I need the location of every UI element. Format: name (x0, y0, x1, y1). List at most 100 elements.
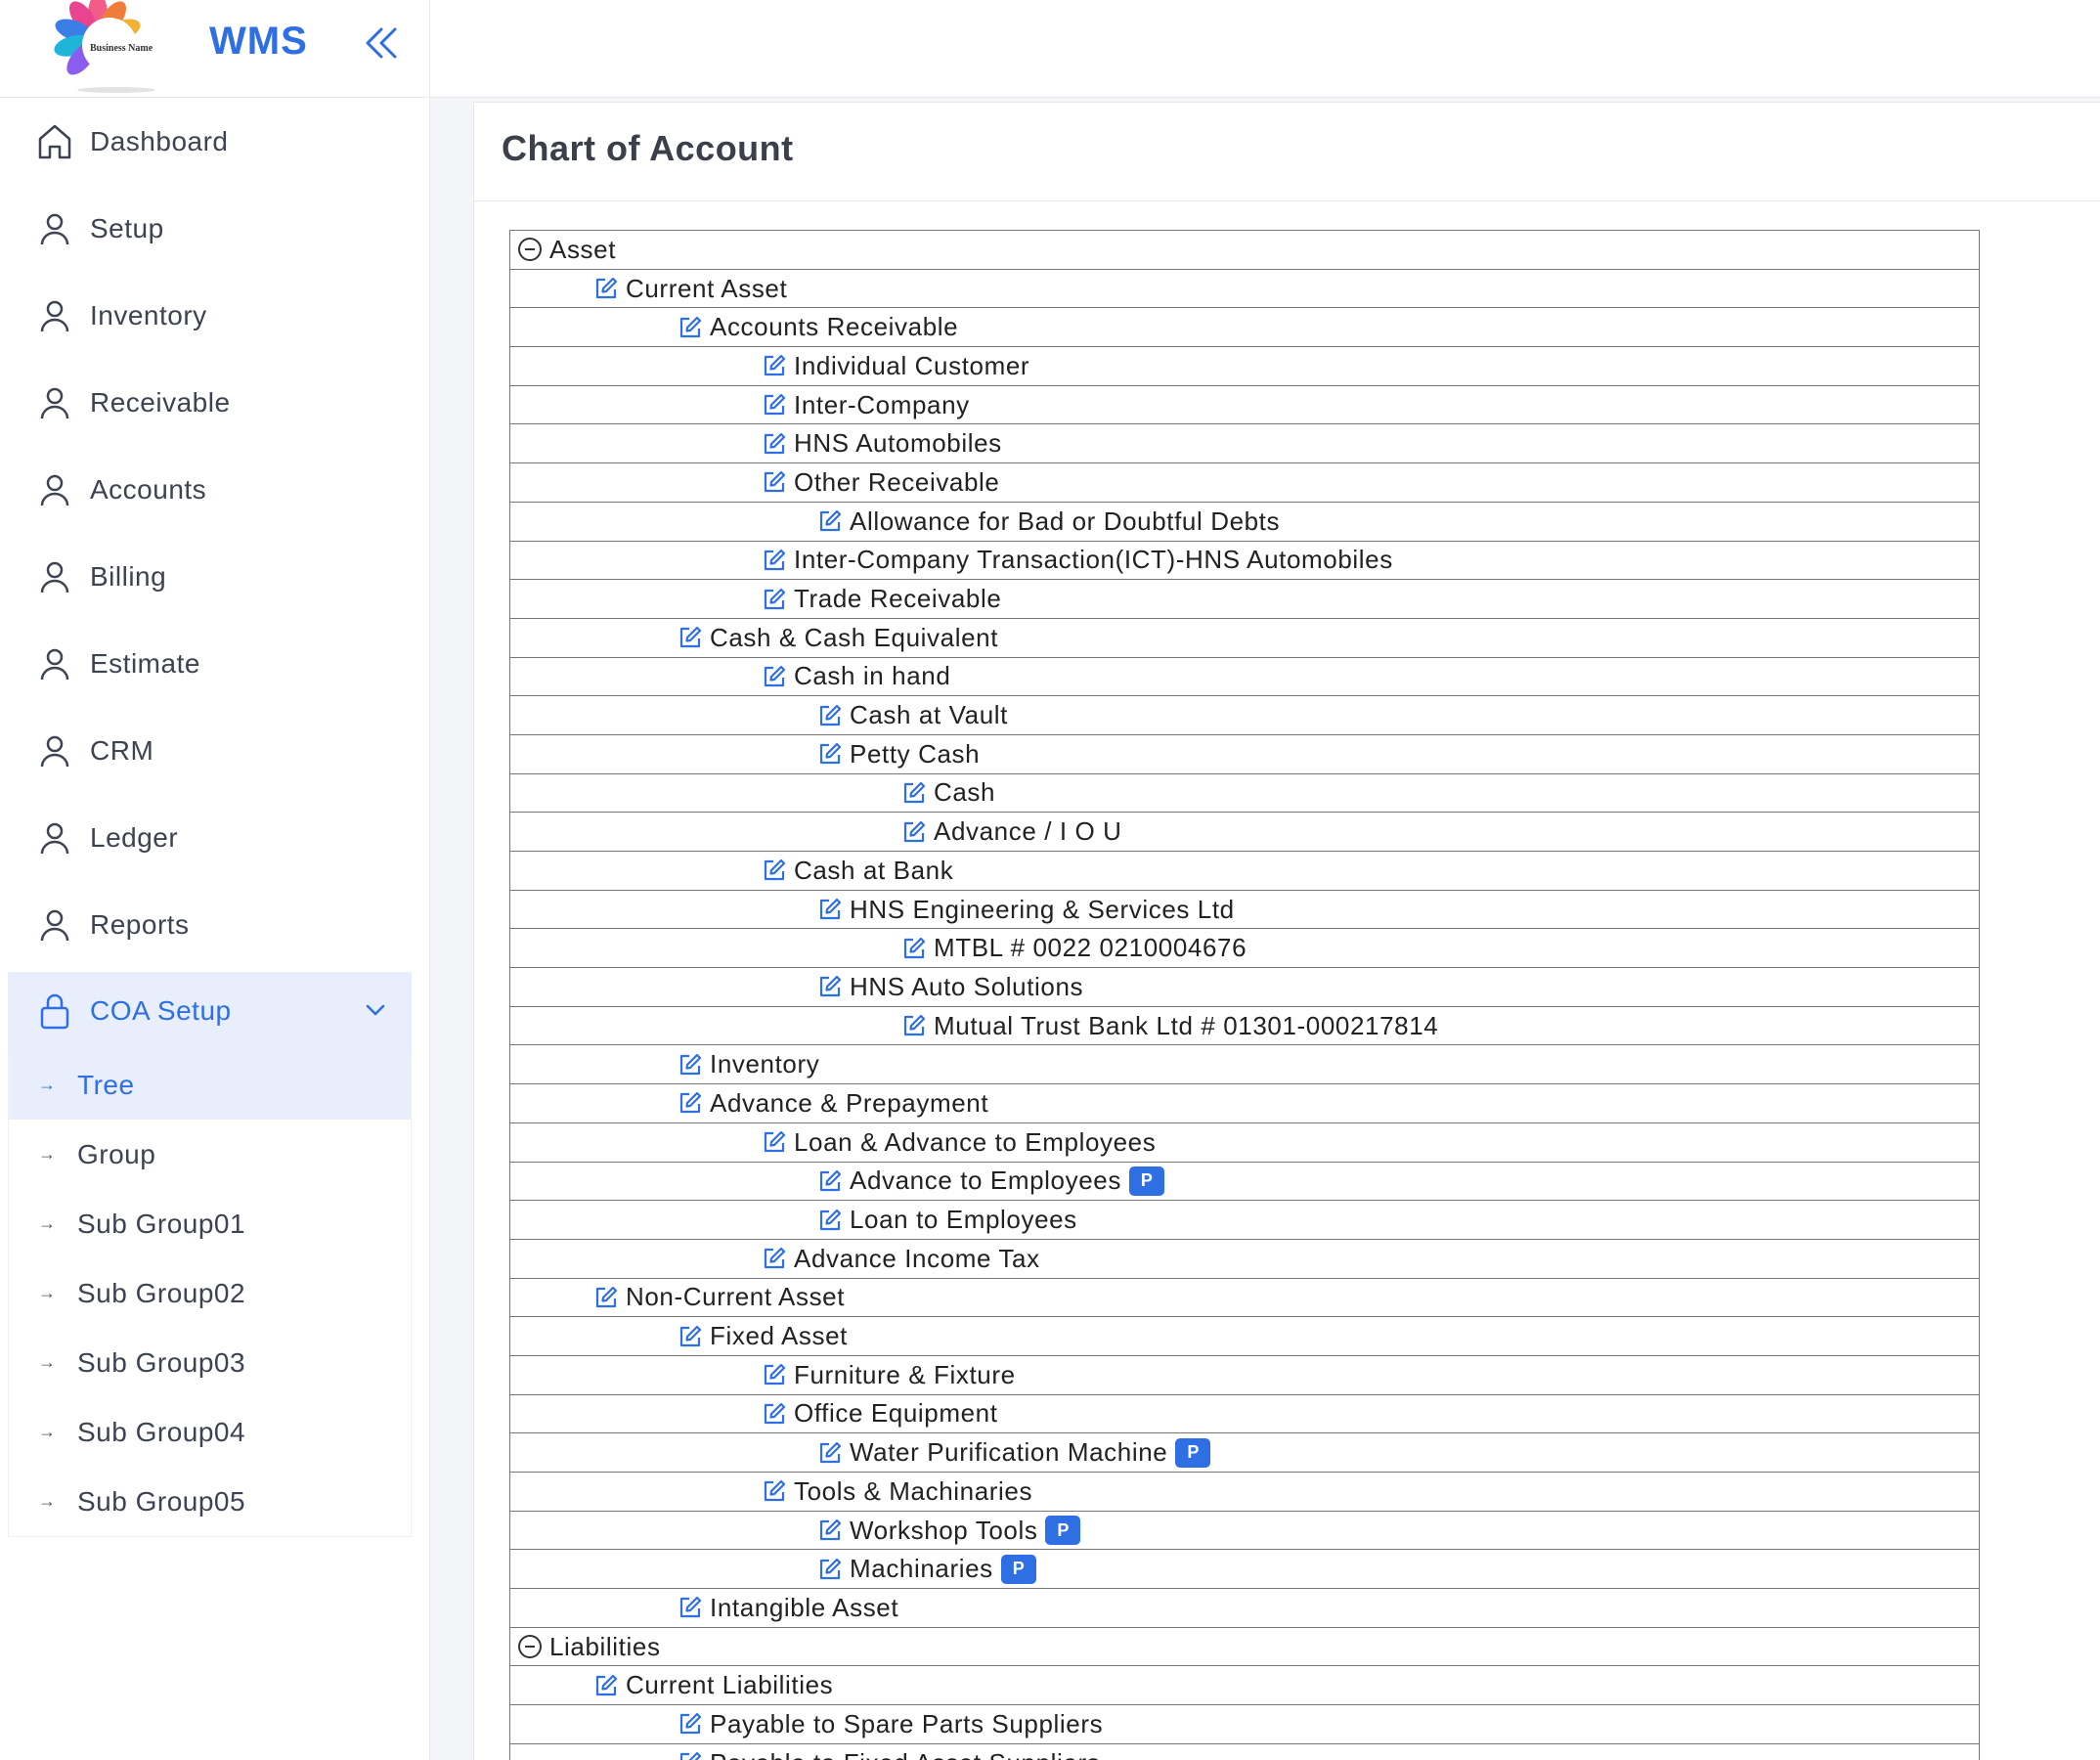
arrow-right-icon: → (38, 1075, 56, 1094)
edit-icon[interactable] (900, 818, 928, 846)
tree-node-label: Advance & Prepayment (710, 1087, 989, 1118)
edit-icon[interactable] (816, 1207, 844, 1234)
sidebar: Business Name WMS Dashboard Setup Inventor… (0, 0, 430, 1760)
user-icon (35, 383, 74, 422)
sidebar-item-label: CRM (90, 734, 154, 766)
edit-icon[interactable] (900, 1012, 928, 1039)
tree-node-label: Mutual Trust Bank Ltd # 01301-000217814 (934, 1010, 1439, 1040)
edit-icon[interactable] (677, 314, 704, 341)
tree-row: Cash (510, 774, 1979, 814)
edit-icon[interactable] (592, 275, 620, 302)
tree-row: Cash at Bank (510, 852, 1979, 891)
edit-icon[interactable] (816, 1439, 844, 1467)
sidebar-header: Business Name WMS (0, 0, 430, 98)
tree-row: Inter-Company Transaction(ICT)-HNS Autom… (510, 542, 1979, 581)
tree-node-label: Payable to Spare Parts Suppliers (710, 1708, 1104, 1738)
tree-node-label: Inter-Company Transaction(ICT)-HNS Autom… (794, 545, 1393, 575)
user-icon (35, 209, 74, 248)
edit-icon[interactable] (761, 547, 788, 574)
tree-row: HNS Automobiles (510, 424, 1979, 464)
edit-icon[interactable] (761, 352, 788, 379)
tree-node-label: Accounts Receivable (710, 312, 959, 342)
edit-icon[interactable] (677, 624, 704, 651)
arrow-right-icon: → (38, 1352, 56, 1372)
tree-row: Payable to Fixed Asset Suppliers (510, 1744, 1979, 1760)
sidebar-item-estimate[interactable]: Estimate (0, 620, 430, 707)
edit-icon[interactable] (900, 935, 928, 962)
edit-icon[interactable] (816, 1167, 844, 1195)
user-icon (35, 644, 74, 683)
tree-row: Tools & Machinaries (510, 1473, 1979, 1512)
sidebar-item-crm[interactable]: CRM (0, 707, 430, 794)
edit-icon[interactable] (761, 430, 788, 458)
tree-row: Non-Current Asset (510, 1279, 1979, 1318)
edit-icon[interactable] (761, 1245, 788, 1272)
sidebar-item-accounts[interactable]: Accounts (0, 446, 430, 533)
posting-badge: P (1000, 1554, 1036, 1584)
sidebar-item-billing[interactable]: Billing (0, 533, 430, 620)
edit-icon[interactable] (677, 1710, 704, 1738)
submenu-item-label: Sub Group02 (77, 1277, 246, 1308)
submenu-item-sub-group02[interactable]: → Sub Group02 (9, 1258, 411, 1328)
edit-icon[interactable] (761, 586, 788, 613)
edit-icon[interactable] (761, 1128, 788, 1156)
submenu-item-label: Sub Group03 (77, 1346, 246, 1378)
sidebar-item-inventory[interactable]: Inventory (0, 272, 430, 359)
tree-node-label: Current Asset (626, 273, 788, 303)
sidebar-nav: Dashboard Setup Inventory Receivable Account… (0, 98, 430, 1537)
submenu-item-tree[interactable]: → Tree (9, 1050, 411, 1120)
tree-row: Intangible Asset (510, 1589, 1979, 1628)
submenu-item-sub-group05[interactable]: → Sub Group05 (9, 1467, 411, 1536)
edit-icon[interactable] (761, 1400, 788, 1428)
collapse-circle-icon[interactable] (516, 236, 544, 263)
edit-icon[interactable] (677, 1594, 704, 1621)
tree-node-label: Workshop Tools (850, 1515, 1038, 1545)
submenu-item-label: Sub Group04 (77, 1416, 246, 1447)
edit-icon[interactable] (761, 1361, 788, 1388)
submenu-item-sub-group03[interactable]: → Sub Group03 (9, 1328, 411, 1397)
edit-icon[interactable] (761, 857, 788, 884)
edit-icon[interactable] (816, 1556, 844, 1583)
sidebar-item-ledger[interactable]: Ledger (0, 794, 430, 881)
edit-icon[interactable] (816, 1517, 844, 1544)
submenu-item-group[interactable]: → Group (9, 1120, 411, 1189)
edit-icon[interactable] (761, 391, 788, 418)
edit-icon[interactable] (816, 702, 844, 729)
sidebar-item-coa-setup[interactable]: COA Setup (8, 972, 412, 1050)
tree-row: Furniture & Fixture (510, 1356, 1979, 1395)
sidebar-item-dashboard[interactable]: Dashboard (0, 98, 430, 185)
edit-icon[interactable] (761, 468, 788, 496)
user-icon (35, 470, 74, 509)
edit-icon[interactable] (816, 973, 844, 1000)
edit-icon[interactable] (677, 1051, 704, 1078)
sidebar-item-setup[interactable]: Setup (0, 185, 430, 272)
tree-row: Fixed Asset (510, 1317, 1979, 1356)
sidebar-item-reports[interactable]: Reports (0, 881, 430, 968)
tree-node-label: MTBL # 0022 0210004676 (934, 933, 1247, 963)
submenu-item-sub-group04[interactable]: → Sub Group04 (9, 1397, 411, 1467)
edit-icon[interactable] (592, 1284, 620, 1311)
tree-row: Advance / I O U (510, 813, 1979, 852)
sidebar-item-label: Setup (90, 212, 164, 243)
tree-row: Individual Customer (510, 347, 1979, 386)
edit-icon[interactable] (677, 1323, 704, 1350)
sidebar-item-receivable[interactable]: Receivable (0, 359, 430, 446)
edit-icon[interactable] (677, 1749, 704, 1760)
edit-icon[interactable] (761, 663, 788, 690)
edit-icon[interactable] (900, 779, 928, 807)
edit-icon[interactable] (816, 507, 844, 535)
tree-row: HNS Auto Solutions (510, 968, 1979, 1007)
tree-node-label: HNS Engineering & Services Ltd (850, 894, 1235, 924)
edit-icon[interactable] (592, 1672, 620, 1699)
edit-icon[interactable] (761, 1477, 788, 1505)
tree-node-label: Cash & Cash Equivalent (710, 622, 999, 652)
submenu-item-sub-group01[interactable]: → Sub Group01 (9, 1189, 411, 1258)
edit-icon[interactable] (677, 1089, 704, 1117)
sidebar-item-label: COA Setup (90, 995, 232, 1026)
edit-icon[interactable] (816, 740, 844, 768)
tree-node-label: Petty Cash (850, 738, 981, 769)
edit-icon[interactable] (816, 896, 844, 923)
collapse-circle-icon[interactable] (516, 1633, 544, 1660)
collapse-sidebar-icon[interactable] (360, 22, 403, 65)
posting-badge: P (1045, 1516, 1081, 1546)
